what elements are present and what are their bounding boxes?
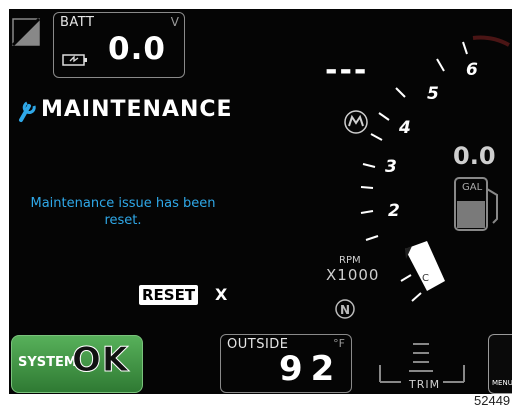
tach-label-2: 2 [388, 201, 400, 221]
tach-label-5: 5 [427, 84, 439, 104]
outside-value: 92 [279, 349, 343, 389]
gauge-display-screen: N BATT V 0.0 MAINTENANCE Maintenance iss… [9, 9, 512, 394]
system-status-button[interactable]: SYSTEM OK [11, 335, 143, 393]
tach-label-6: 6 [466, 60, 478, 80]
system-label: SYSTEM [18, 355, 77, 370]
rpm-label: RPM [339, 255, 361, 266]
rpm-multiplier: X1000 [326, 266, 380, 284]
figure-number: 52449 [474, 393, 511, 408]
trim-label: TRIM [407, 378, 443, 391]
fuel-unit: GAL [462, 182, 483, 193]
rpm-cursor-label: C [422, 273, 429, 284]
tach-label-3: 3 [385, 157, 397, 177]
system-status: OK [71, 340, 130, 381]
tach-label-4: 4 [398, 118, 411, 138]
menu-label: MENU [492, 379, 512, 387]
outside-temperature-panel[interactable]: OUTSIDE °F 92 [220, 334, 352, 393]
fuel-value: 0.0 [453, 142, 496, 170]
